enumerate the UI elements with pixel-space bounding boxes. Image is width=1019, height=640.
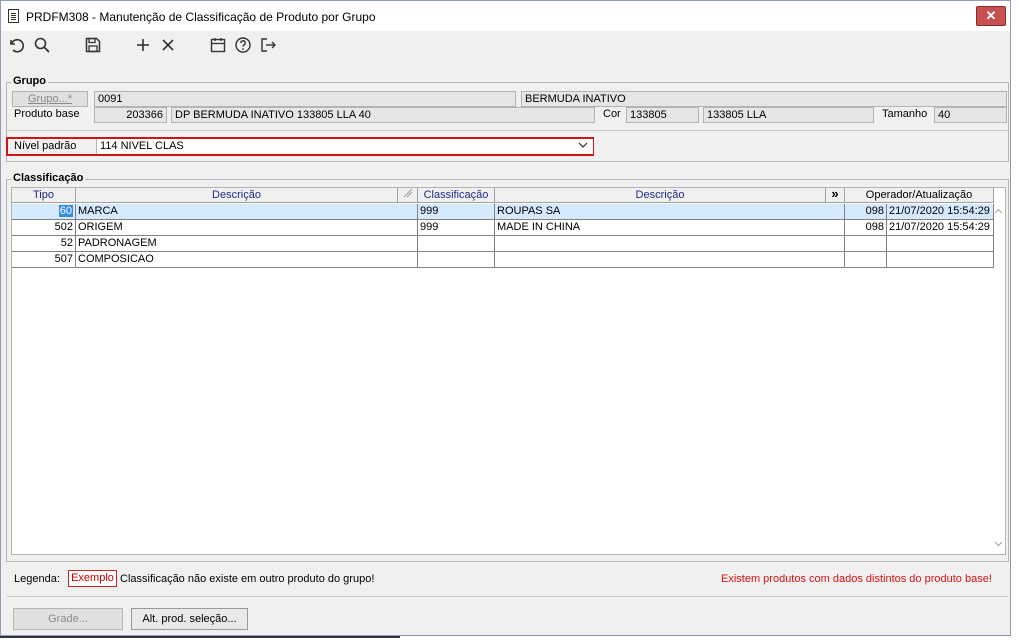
cor-desc-field[interactable]: 133805 LLA: [703, 107, 874, 123]
close-button[interactable]: ✕: [976, 6, 1006, 26]
chevron-down-icon[interactable]: [578, 140, 588, 153]
cell-tipo[interactable]: 507: [12, 252, 76, 268]
divider: [7, 130, 1008, 131]
taskbar-edge: [0, 636, 400, 638]
produto-base-code-field[interactable]: 203366: [94, 107, 167, 123]
legenda-exemplo: Exemplo: [68, 570, 117, 587]
cell-tipo[interactable]: 60: [12, 204, 76, 220]
cell-descricao2[interactable]: [495, 252, 845, 268]
help-icon[interactable]: [233, 36, 253, 56]
grade-button[interactable]: Grade...: [13, 608, 123, 630]
cor-code-field[interactable]: 133805: [626, 107, 699, 123]
window-title: PRDFM308 - Manutenção de Classificação d…: [26, 10, 376, 24]
legenda-label: Legenda:: [14, 573, 60, 585]
sort-icon[interactable]: [398, 188, 418, 203]
title-bar: PRDFM308 - Manutenção de Classificação d…: [1, 1, 1010, 31]
cell-classificacao[interactable]: 999: [418, 204, 495, 220]
scroll-up-icon[interactable]: [994, 207, 1003, 219]
cell-classificacao[interactable]: [418, 252, 495, 268]
cell-descricao[interactable]: ORIGEM: [76, 220, 418, 236]
table-row[interactable]: 60 MARCA 999 ROUPAS SA 098 21/07/2020 15…: [12, 204, 994, 220]
cell-descricao[interactable]: PADRONAGEM: [76, 236, 418, 252]
alt-prod-selecao-button[interactable]: Alt. prod. seleção...: [131, 608, 248, 630]
calendar-icon[interactable]: [208, 36, 228, 56]
main-window: PRDFM308 - Manutenção de Classificação d…: [0, 0, 1011, 636]
tamanho-label: Tamanho: [882, 108, 928, 120]
cell-descricao[interactable]: MARCA: [76, 204, 418, 220]
more-columns-button[interactable]: »: [826, 187, 845, 203]
col-header-descricao2[interactable]: Descrição: [495, 188, 826, 203]
cor-label: Cor: [603, 108, 621, 120]
grupo-code-field[interactable]: 0091: [94, 91, 516, 107]
classificacao-legend: Classificação: [11, 172, 86, 184]
nivel-padrao-label: Nível padrão: [14, 140, 77, 152]
warning-text: Existem produtos com dados distintos do …: [721, 573, 992, 585]
table-row[interactable]: 507 COMPOSICAO: [12, 252, 994, 268]
cell-descricao2[interactable]: MADE IN CHINA: [495, 220, 845, 236]
grupo-desc-field[interactable]: BERMUDA INATIVO: [521, 91, 1007, 107]
col-header-classificacao[interactable]: Classificação: [418, 188, 495, 203]
nivel-padrao-value: 114 NIVEL CLAS: [100, 140, 184, 152]
undo-icon[interactable]: [6, 36, 26, 56]
cell-classificacao[interactable]: 999: [418, 220, 495, 236]
col-header-descricao[interactable]: Descrição: [76, 188, 398, 203]
grupo-button[interactable]: Grupo...*: [12, 91, 88, 107]
legenda-text: Classificação não existe em outro produt…: [120, 573, 375, 585]
table-row[interactable]: 502 ORIGEM 999 MADE IN CHINA 098 21/07/2…: [12, 220, 994, 236]
classificacao-grid: Tipo Descrição Classificação Descrição »…: [11, 187, 1006, 555]
col-header-tipo[interactable]: Tipo: [12, 188, 76, 203]
cell-descricao[interactable]: COMPOSICAO: [76, 252, 418, 268]
cell-atualizacao[interactable]: 21/07/2020 15:54:29: [887, 220, 994, 236]
exit-icon[interactable]: [258, 36, 278, 56]
col-header-operador[interactable]: Operador/Atualização: [845, 188, 994, 203]
produto-base-label: Produto base: [14, 108, 80, 120]
cell-classificacao[interactable]: [418, 236, 495, 252]
cell-descricao2[interactable]: ROUPAS SA: [495, 204, 845, 220]
cell-atualizacao[interactable]: 21/07/2020 15:54:29: [887, 204, 994, 220]
cell-tipo[interactable]: 52: [12, 236, 76, 252]
grupo-button-label: Grupo...*: [27, 93, 73, 105]
divider: [7, 596, 1008, 597]
cell-operador[interactable]: 098: [845, 220, 887, 236]
cell-atualizacao[interactable]: [887, 236, 994, 252]
produto-base-desc-field[interactable]: DP BERMUDA INATIVO 133805 LLA 40: [171, 107, 595, 123]
document-icon: [8, 9, 19, 23]
x-icon[interactable]: [158, 36, 178, 56]
cell-operador[interactable]: [845, 236, 887, 252]
toolbar: [1, 31, 1010, 61]
cell-descricao2[interactable]: [495, 236, 845, 252]
tamanho-field[interactable]: 40: [934, 107, 1007, 123]
cell-tipo-value: 60: [58, 205, 73, 217]
grupo-legend: Grupo: [11, 75, 48, 87]
table-row[interactable]: 52 PADRONAGEM: [12, 236, 994, 252]
cell-atualizacao[interactable]: [887, 252, 994, 268]
search-icon[interactable]: [32, 36, 52, 56]
save-icon[interactable]: [83, 36, 103, 56]
cell-tipo[interactable]: 502: [12, 220, 76, 236]
nivel-padrao-select[interactable]: 114 NIVEL CLAS: [96, 139, 593, 154]
cell-operador[interactable]: [845, 252, 887, 268]
cell-operador[interactable]: 098: [845, 204, 887, 220]
vertical-scrollbar[interactable]: [992, 204, 1005, 554]
plus-icon[interactable]: [133, 36, 153, 56]
scroll-down-icon[interactable]: [994, 539, 1003, 551]
